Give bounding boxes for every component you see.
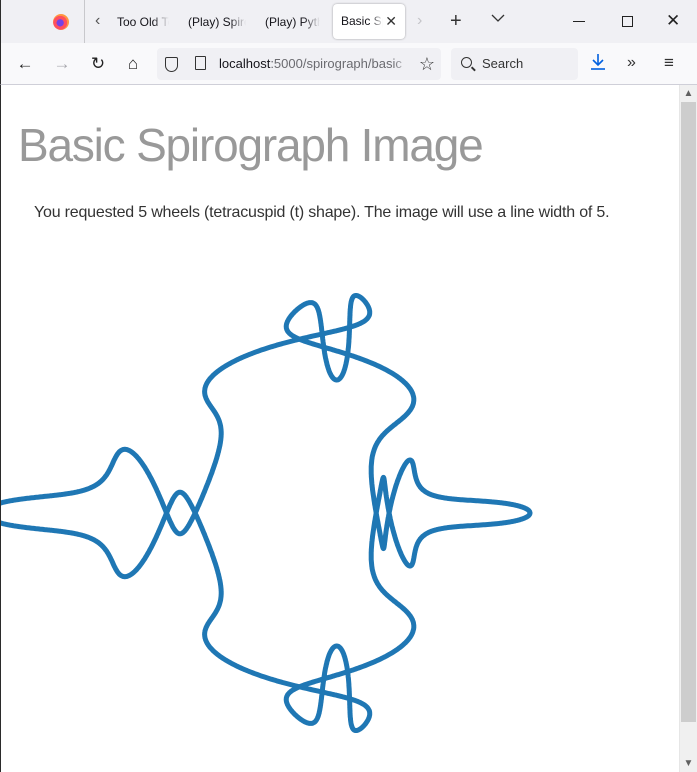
new-tab-button[interactable]: + (450, 9, 462, 33)
back-button[interactable]: ← (14, 53, 36, 75)
forward-button[interactable]: → (51, 53, 73, 75)
search-icon (461, 57, 472, 68)
spirograph-image (1, 293, 533, 733)
page-content: Basic Spirograph Image You requested 5 w… (0, 85, 679, 772)
app-menu-button[interactable]: ≡ (664, 52, 674, 74)
reload-button[interactable]: ↻ (87, 53, 109, 75)
bookmark-star-icon[interactable]: ☆ (419, 53, 435, 75)
scrollbar-thumb[interactable] (681, 102, 696, 722)
downloads-button[interactable] (590, 53, 606, 78)
url-path: :5000/spirograph/basic (270, 56, 402, 71)
tab-close-icon[interactable]: ✕ (385, 4, 397, 39)
tab-basic-spirograph-image[interactable]: Basic Sp ✕ (333, 4, 405, 39)
window-minimize-button[interactable] (573, 21, 585, 22)
url-input[interactable]: localhost:5000/spirograph/basic (219, 48, 409, 80)
tab-strip: ‹ Too Old To (Play) Spirograph (Play) Py… (0, 0, 697, 43)
tracking-protection-shield-icon[interactable] (165, 57, 178, 72)
chevron-down-icon (491, 14, 505, 22)
search-bar[interactable]: Search (451, 48, 578, 80)
tab-scroll-right-button[interactable]: › (417, 12, 422, 30)
download-icon (591, 54, 605, 70)
vertical-scrollbar[interactable]: ▲ ▼ (679, 85, 697, 772)
url-host: localhost (219, 56, 271, 71)
page-info-icon[interactable] (195, 56, 206, 70)
navigation-toolbar: ← → ↻ ⌂ localhost:5000/spirograph/basic … (0, 43, 697, 85)
firefox-logo-icon[interactable] (53, 14, 69, 30)
overflow-menu-button[interactable]: » (627, 52, 636, 74)
tab-separator (84, 0, 85, 43)
scroll-down-arrow-icon[interactable]: ▼ (680, 755, 697, 772)
window-close-button[interactable]: ✕ (666, 10, 680, 32)
spirograph-curve (1, 293, 533, 733)
search-input[interactable]: Search (482, 48, 523, 80)
home-button[interactable]: ⌂ (122, 53, 144, 75)
tab-play-python[interactable]: (Play) Python (265, 6, 320, 38)
scroll-up-arrow-icon[interactable]: ▲ (680, 85, 697, 102)
tab-too-old[interactable]: Too Old To (117, 6, 169, 38)
window-maximize-button[interactable] (622, 16, 633, 27)
tab-play-spirograph[interactable]: (Play) Spirograph (188, 6, 246, 38)
tab-scroll-left-button[interactable]: ‹ (95, 12, 109, 30)
list-all-tabs-button[interactable] (491, 12, 505, 26)
address-bar[interactable]: localhost:5000/spirograph/basic ☆ (157, 48, 441, 80)
